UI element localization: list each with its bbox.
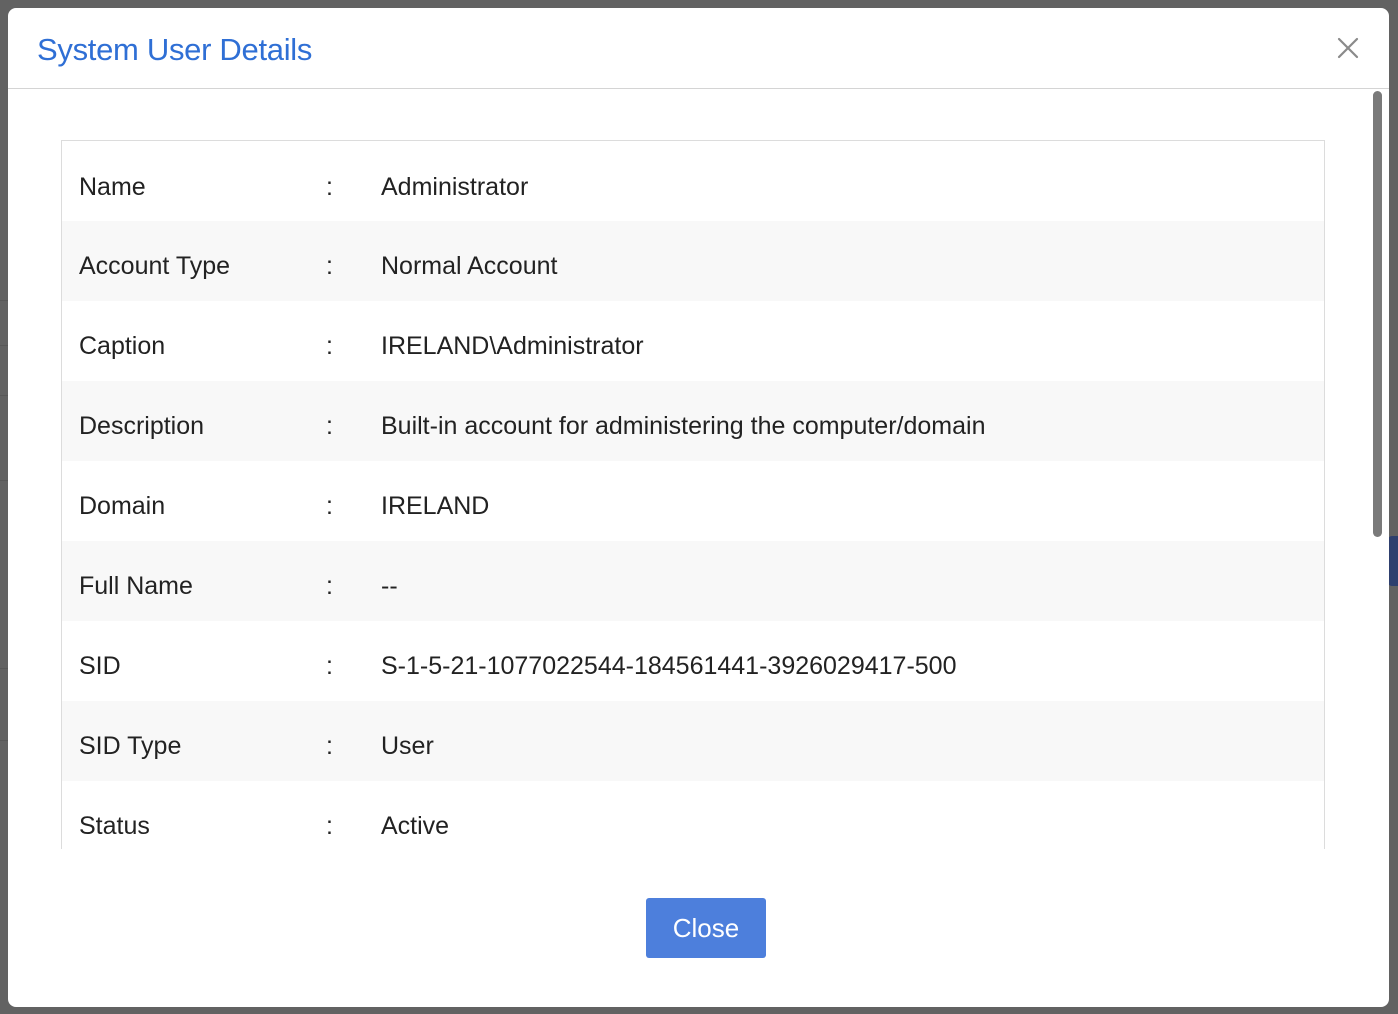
detail-separator: : [326,173,333,201]
background-button-edge [1388,536,1398,586]
detail-separator: : [326,412,333,440]
detail-separator: : [326,732,333,760]
detail-label: SID [79,652,121,680]
detail-value: User [381,732,434,760]
detail-value: IRELAND [381,492,490,520]
detail-value: Administrator [381,173,529,201]
dialog-header: System User Details [8,8,1389,89]
detail-row-full-name: Full Name : -- [62,541,1324,621]
dialog-footer: Close [8,849,1389,1007]
detail-separator: : [326,652,333,680]
detail-value: Active [381,812,450,840]
detail-row-sid-type: SID Type : User [62,701,1324,781]
background-divider [0,300,8,301]
detail-label: Description [79,412,205,440]
detail-row-description: Description : Built-in account for admin… [62,381,1324,461]
detail-label: Domain [79,492,166,520]
background-divider [0,740,8,741]
detail-value: Normal Account [381,252,558,280]
detail-label: Status [79,812,150,840]
detail-label: SID Type [79,732,182,760]
detail-row-name: Name : Administrator [62,141,1324,221]
close-icon[interactable] [1334,34,1362,62]
detail-separator: : [326,332,333,360]
detail-value: S-1-5-21-1077022544-184561441-3926029417… [381,652,957,680]
system-user-details-dialog: System User Details Name : Administrator… [8,8,1389,1007]
detail-value: -- [381,572,398,600]
detail-row-account-type: Account Type : Normal Account [62,221,1324,301]
detail-value: IRELAND\Administrator [381,332,644,360]
detail-label: Name [79,173,146,201]
detail-separator: : [326,492,333,520]
detail-row-status: Status : Active [62,781,1324,849]
close-button[interactable]: Close [646,898,766,958]
detail-separator: : [326,252,333,280]
scrollbar-thumb[interactable] [1373,91,1382,537]
background-divider [0,480,8,481]
background-divider [0,395,8,396]
vertical-scrollbar[interactable] [1370,89,1384,849]
background-divider [0,668,8,669]
detail-separator: : [326,572,333,600]
dialog-body: Name : Administrator Account Type : Norm… [8,89,1389,849]
background-divider [0,345,8,346]
detail-row-domain: Domain : IRELAND [62,461,1324,541]
dialog-title: System User Details [37,32,313,67]
detail-separator: : [326,812,333,840]
detail-row-sid: SID : S-1-5-21-1077022544-184561441-3926… [62,621,1324,701]
detail-label: Caption [79,332,166,360]
detail-label: Account Type [79,252,231,280]
detail-value: Built-in account for administering the c… [381,412,986,440]
detail-label: Full Name [79,572,193,600]
detail-row-caption: Caption : IRELAND\Administrator [62,301,1324,381]
details-table: Name : Administrator Account Type : Norm… [61,140,1325,849]
